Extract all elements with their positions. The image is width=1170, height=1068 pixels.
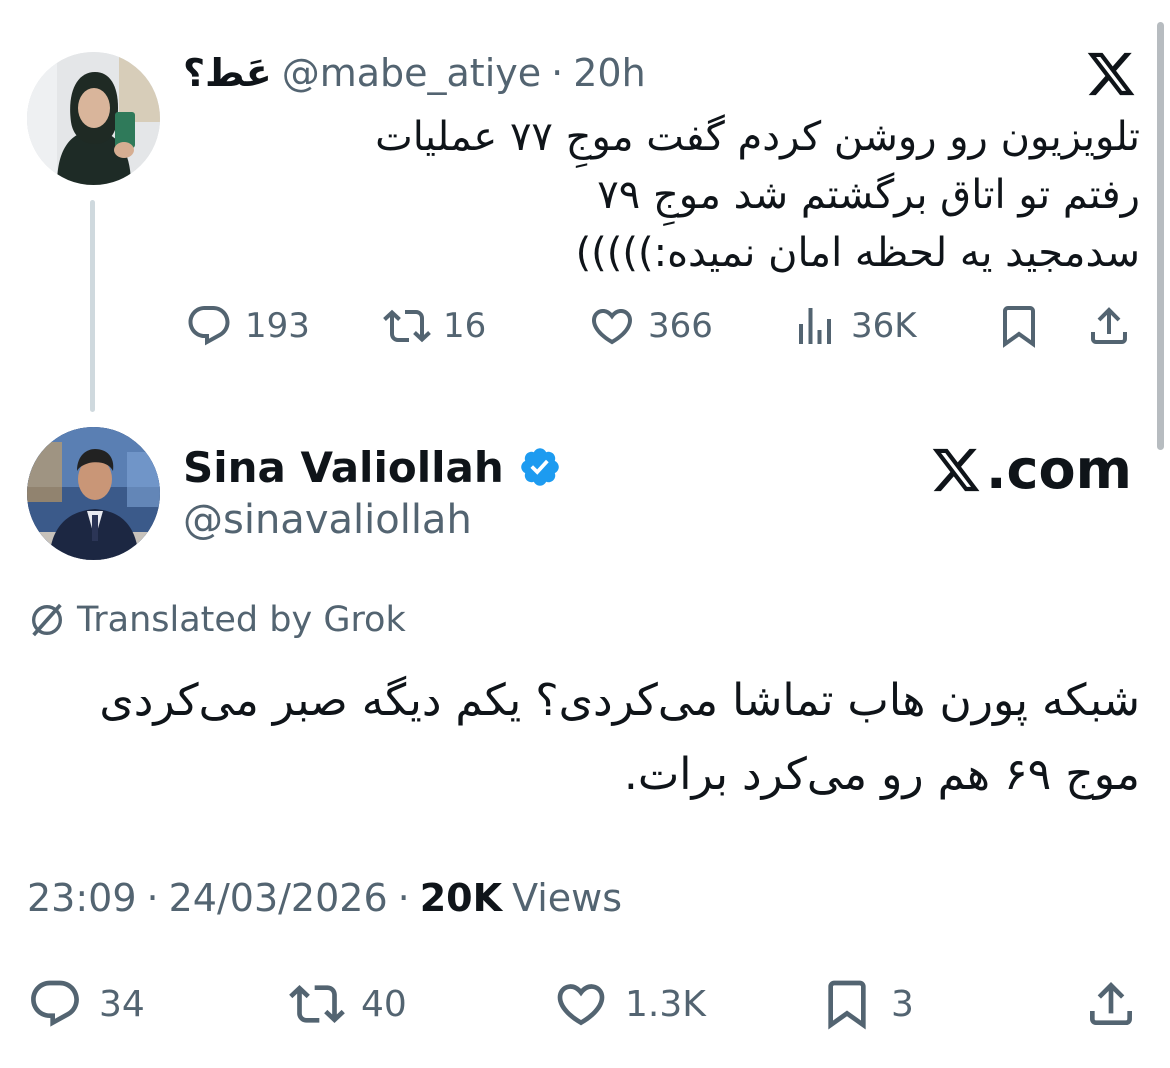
tweet-date[interactable]: 24/03/2026 bbox=[169, 876, 388, 920]
repost-button[interactable]: 40 bbox=[289, 974, 407, 1034]
tweet-text-line: رفتم تو اتاق برگشتم شد موجِ ۷۹ bbox=[597, 172, 1140, 218]
like-count: 1.3K bbox=[625, 983, 706, 1025]
reply-count: 193 bbox=[245, 306, 310, 346]
main-tweet-actions: 34 40 1.3K 3 bbox=[27, 974, 1147, 1034]
parent-tweet-header: عَط؟ @mabe_atiye · 20h bbox=[183, 48, 646, 98]
avatar[interactable] bbox=[27, 427, 160, 560]
separator-dot: · bbox=[397, 876, 410, 920]
watermark-text: .com bbox=[986, 438, 1132, 501]
like-button[interactable]: 1.3K bbox=[553, 974, 706, 1034]
separator-dot: · bbox=[146, 876, 159, 920]
reply-icon bbox=[31, 980, 79, 1027]
repost-button[interactable]: 16 bbox=[383, 298, 486, 354]
share-button[interactable] bbox=[1083, 974, 1139, 1034]
thread-connector-line bbox=[90, 200, 95, 412]
analytics-icon bbox=[799, 308, 831, 344]
translated-by-grok[interactable]: Translated by Grok bbox=[27, 600, 406, 640]
like-button[interactable]: 366 bbox=[588, 298, 713, 354]
tweet-text-line: سدمجید یه لحظه امان نمیده:))))) bbox=[575, 230, 1140, 276]
like-count: 366 bbox=[648, 306, 713, 346]
share-icon bbox=[1090, 982, 1132, 1025]
reply-button[interactable]: 193 bbox=[185, 298, 310, 354]
x-com-watermark: .com bbox=[930, 438, 1132, 501]
bookmark-icon bbox=[828, 980, 866, 1030]
bookmark-button[interactable] bbox=[995, 298, 1043, 354]
grok-icon bbox=[32, 603, 62, 637]
views-count: 20K bbox=[419, 876, 503, 920]
user-handle[interactable]: @sinavaliollah bbox=[183, 497, 472, 543]
tweet-text-line: تلویزیون رو روشن کردم گفت موجِ ۷۷ عملیات bbox=[375, 114, 1140, 160]
display-name-row: Sina Valiollah bbox=[183, 440, 562, 494]
tweet-text-line: موج ۶۹ هم رو می‌کرد برات. bbox=[623, 749, 1140, 800]
x-logo-icon[interactable] bbox=[1085, 48, 1137, 100]
repost-icon bbox=[383, 309, 431, 343]
tweet-time[interactable]: 23:09 bbox=[27, 876, 137, 920]
display-name[interactable]: Sina Valiollah bbox=[183, 443, 504, 492]
tweet-text-line: شبکه پورن هاب تماشا می‌کردی؟ یکم دیگه صب… bbox=[99, 675, 1140, 726]
avatar-image bbox=[27, 52, 160, 185]
parent-tweet-text: تلویزیون رو روشن کردم گفت موجِ ۷۷ عملیات… bbox=[330, 108, 1140, 282]
heart-icon bbox=[591, 309, 633, 345]
repost-count: 40 bbox=[361, 983, 407, 1025]
verified-badge-icon[interactable] bbox=[518, 445, 562, 489]
repost-icon bbox=[289, 985, 345, 1023]
avatar-image bbox=[27, 427, 160, 560]
reply-button[interactable]: 34 bbox=[27, 974, 145, 1034]
x-logo-icon bbox=[932, 448, 980, 491]
main-tweet-text: شبکه پورن هاب تماشا می‌کردی؟ یکم دیگه صب… bbox=[40, 664, 1140, 812]
bookmark-button[interactable]: 3 bbox=[819, 974, 914, 1034]
tweet-meta: 23:09 · 24/03/2026 · 20K Views bbox=[27, 876, 622, 920]
views-label: Views bbox=[512, 876, 623, 920]
heart-icon bbox=[557, 984, 605, 1026]
timestamp[interactable]: 20h bbox=[573, 51, 645, 95]
tweet-screenshot: عَط؟ @mabe_atiye · 20h تلویزیون رو روشن … bbox=[0, 0, 1170, 1068]
share-button[interactable] bbox=[1085, 298, 1133, 354]
separator-dot: · bbox=[551, 51, 564, 95]
user-handle[interactable]: @mabe_atiye bbox=[282, 51, 541, 95]
reply-icon bbox=[188, 306, 230, 346]
repost-count: 16 bbox=[443, 306, 487, 346]
reply-count: 34 bbox=[99, 983, 145, 1025]
avatar[interactable] bbox=[27, 52, 160, 185]
share-icon bbox=[1091, 307, 1127, 344]
translated-label: Translated by Grok bbox=[77, 600, 406, 640]
views-count: 36K bbox=[851, 306, 917, 346]
display-name[interactable]: عَط؟ bbox=[183, 51, 272, 95]
parent-tweet-actions: 193 16 366 36K bbox=[183, 298, 1143, 354]
scrollbar[interactable] bbox=[1157, 22, 1164, 450]
bookmark-count: 3 bbox=[891, 983, 914, 1025]
views-button[interactable]: 36K bbox=[791, 298, 917, 354]
bookmark-icon bbox=[1003, 306, 1035, 348]
